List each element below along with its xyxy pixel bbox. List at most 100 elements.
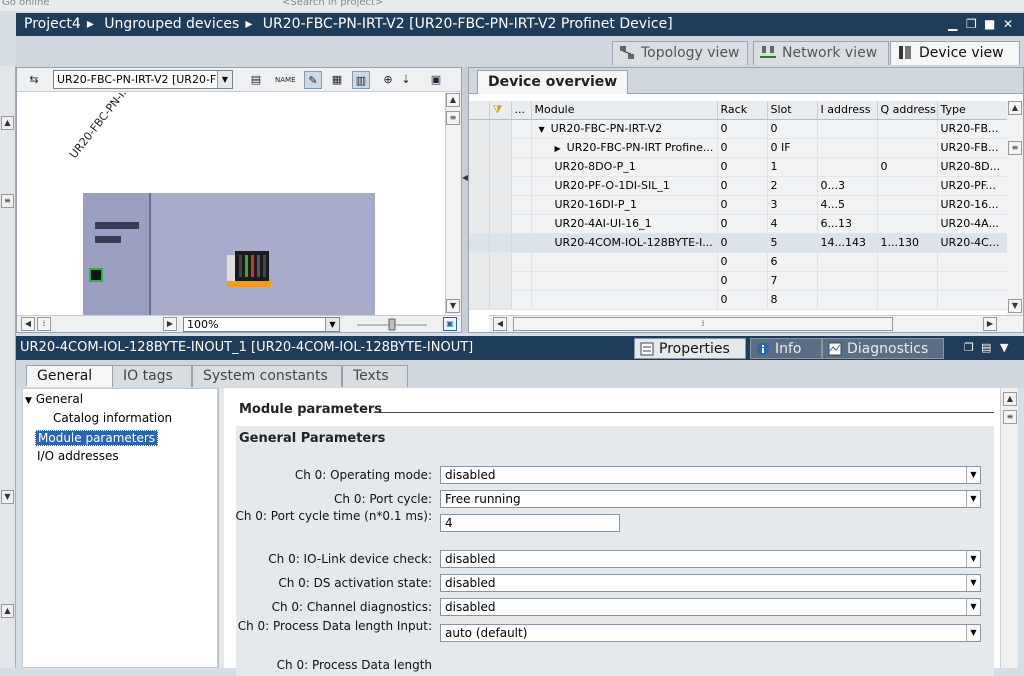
maximize-icon[interactable]: ■ [984, 17, 996, 31]
tab-texts[interactable]: Texts [342, 365, 408, 387]
cell-module[interactable]: UR20-4AI-UI-16_1 [531, 214, 718, 234]
collapse-arrow-icon[interactable]: ▼ [539, 125, 545, 134]
cell-slot[interactable]: 8 [767, 290, 818, 310]
collapse-icon[interactable]: ▼ [1000, 341, 1008, 354]
restore-icon[interactable]: ❐ [966, 17, 978, 31]
cell-q-address[interactable] [877, 252, 938, 272]
cell-slot[interactable]: 7 [767, 271, 818, 291]
scroll-thumb[interactable]: ⁞ [37, 317, 51, 331]
column-header-slot[interactable]: Slot [767, 101, 818, 120]
cell-module[interactable]: UR20-PF-O-1DI-SIL_1 [531, 176, 718, 196]
navigate-icon[interactable]: ▣ [443, 317, 457, 331]
cell-i-address[interactable]: 4...5 [817, 195, 878, 215]
scroll-thumb[interactable]: ≡ [446, 111, 460, 125]
cell-q-address[interactable] [877, 290, 938, 310]
cell-i-address[interactable]: 6...13 [817, 214, 878, 234]
cell-slot[interactable]: 0 [767, 119, 818, 139]
tab-device-view[interactable]: Device view [890, 41, 1020, 65]
scroll-thumb[interactable]: ⁞ [513, 317, 893, 331]
device-icon[interactable]: ⇆ [25, 71, 43, 89]
cell-q-address[interactable] [877, 119, 938, 139]
breadcrumb-project[interactable]: Project4 [24, 16, 81, 32]
expand-arrow-icon[interactable]: ▶ [555, 144, 561, 153]
chevron-down-icon[interactable]: ▼ [966, 491, 980, 507]
cell-rack[interactable]: 0 [717, 290, 768, 310]
cell-type[interactable] [937, 290, 1008, 310]
columns-icon[interactable]: ▥ [352, 71, 370, 89]
breadcrumb-ungrouped-devices[interactable]: Ungrouped devices [104, 16, 239, 32]
cell-type[interactable]: UR20-PF... [937, 176, 1008, 196]
cell-rack[interactable]: 0 [717, 271, 768, 291]
tab-properties[interactable]: Properties [634, 338, 746, 359]
layout-icon[interactable]: ▤ [981, 341, 991, 354]
chevron-down-icon[interactable]: ▼ [325, 318, 339, 331]
filter-icon[interactable]: ⧩ [493, 103, 503, 116]
cell-q-address[interactable] [877, 138, 938, 158]
breadcrumb-device[interactable]: UR20-FBC-PN-IRT-V2 [UR20-FBC-PN-IRT-V2 P… [263, 16, 673, 32]
cell-q-address[interactable] [877, 271, 938, 291]
tab-io-tags[interactable]: IO tags [112, 365, 192, 387]
cell-rack[interactable]: 0 [717, 157, 768, 177]
scroll-left-icon[interactable]: ◀ [21, 317, 35, 331]
head-module[interactable] [83, 193, 151, 315]
io-module-icon[interactable] [227, 249, 271, 291]
device-select[interactable]: UR20-FBC-PN-IRT-V2 [UR20-FBC ▼ [53, 70, 233, 89]
cell-module[interactable] [531, 271, 718, 291]
scroll-up-icon[interactable]: ▲ [1008, 101, 1022, 115]
tab-topology-view[interactable]: Topology view [612, 41, 748, 65]
overview-vertical-scrollbar[interactable]: ▲ ≡ ▼ [1007, 101, 1023, 315]
cell-q-address[interactable] [877, 214, 938, 234]
chevron-down-icon[interactable]: ▼ [966, 467, 980, 483]
cell-i-address[interactable]: 0...3 [817, 176, 878, 196]
table-row[interactable]: UR20-16DI-P_1 0 3 4...5 UR20-16... [469, 195, 1008, 215]
minimize-icon[interactable]: ▁ [948, 17, 960, 31]
column-header-q-address[interactable]: Q address [877, 101, 938, 120]
parameter-select[interactable]: disabled ▼ [440, 574, 981, 592]
chevron-down-icon[interactable]: ▼ [966, 599, 980, 615]
tab-device-overview[interactable]: Device overview [477, 70, 629, 94]
cell-slot[interactable]: 1 [767, 157, 818, 177]
overview-horizontal-scrollbar[interactable]: ◀ ⁞ ▶ [489, 315, 1023, 332]
cell-i-address[interactable] [817, 157, 878, 177]
expand-arrow-icon[interactable]: ▼ [25, 396, 32, 406]
cell-slot[interactable]: 5 [767, 233, 818, 253]
cell-i-address[interactable] [817, 290, 878, 310]
table-row[interactable]: 06 [469, 252, 1008, 272]
table-row[interactable]: 08 [469, 290, 1008, 310]
cell-type[interactable]: UR20-FB... [937, 138, 1008, 158]
tab-system-constants[interactable]: System constants [192, 365, 342, 387]
name-label-icon[interactable]: NAME [275, 71, 296, 89]
parameter-input[interactable]: 4 [440, 514, 620, 532]
cell-rack[interactable]: 0 [717, 214, 768, 234]
scroll-right-icon[interactable]: ▶ [163, 317, 177, 331]
content-vertical-scrollbar[interactable]: ▲ ≡ [1000, 388, 1018, 668]
pencil-icon[interactable]: ✎ [304, 71, 322, 89]
scroll-left-icon[interactable]: ◀ [493, 317, 507, 331]
column-header-type[interactable]: Type [937, 101, 1008, 120]
cell-type[interactable] [937, 271, 1008, 291]
chevron-down-icon[interactable]: ▼ [217, 71, 232, 88]
scroll-up-icon[interactable]: ▲ [1, 116, 14, 130]
cell-i-address[interactable] [817, 271, 878, 291]
parameter-select[interactable]: disabled ▼ [440, 550, 981, 568]
cell-type[interactable] [937, 252, 1008, 272]
cell-type[interactable]: UR20-8D... [937, 157, 1008, 177]
cell-module[interactable] [531, 290, 718, 310]
cell-rack[interactable]: 0 [717, 233, 768, 253]
cell-module[interactable]: UR20-16DI-P_1 [531, 195, 718, 215]
cell-rack[interactable]: 0 [717, 176, 768, 196]
zoom-in-icon[interactable]: ⊕ [379, 71, 397, 89]
table-row[interactable]: ▼ UR20-FBC-PN-IRT-V2 0 0 UR20-FB... [469, 119, 1008, 139]
cell-module[interactable]: UR20-4COM-IOL-128BYTE-I... [531, 233, 718, 253]
device-canvas[interactable]: UR20-FBC-PN-IRT-V2 [17, 93, 445, 315]
cell-rack[interactable]: 0 [717, 195, 768, 215]
table-row[interactable]: UR20-8DO-P_1 0 1 0 UR20-8D... [469, 157, 1008, 177]
scroll-up-icon[interactable]: ▲ [1003, 392, 1017, 406]
search-in-project-field[interactable]: <Search in project> [282, 0, 383, 8]
menu-icon[interactable]: ≡ [1, 194, 14, 208]
nav-item-io-addresses[interactable]: I/O addresses [37, 449, 119, 463]
cell-slot[interactable]: 6 [767, 252, 818, 272]
float-window-icon[interactable]: ❐ [964, 341, 974, 354]
overview-icon[interactable]: ▣ [427, 71, 445, 89]
column-header-more[interactable]: ... [511, 101, 532, 120]
